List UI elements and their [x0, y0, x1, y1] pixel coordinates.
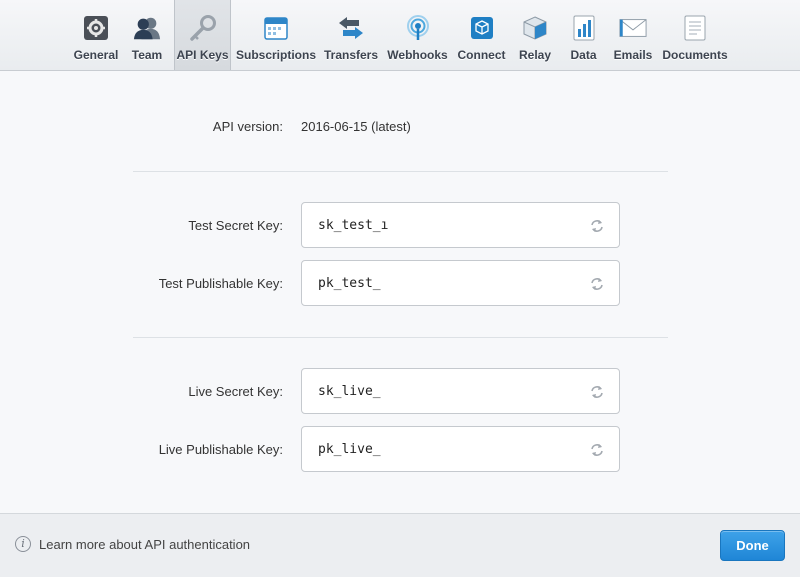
settings-toolbar: General Team API Keys Subscriptions Tran…	[0, 0, 800, 71]
tab-subscriptions[interactable]: Subscriptions	[236, 0, 317, 70]
api-version-value: 2016-06-15 (latest)	[301, 119, 411, 134]
test-secret-key-field[interactable]: sk_test_ı	[301, 202, 620, 248]
refresh-icon[interactable]	[589, 442, 605, 458]
transfer-arrows-icon	[337, 15, 365, 41]
tab-connect[interactable]: Connect	[457, 0, 506, 70]
gear-icon	[82, 15, 110, 41]
tab-label: API Keys	[176, 48, 229, 62]
data-chart-icon	[570, 15, 598, 41]
broadcast-icon	[404, 15, 432, 41]
tab-relay[interactable]: Relay	[518, 0, 552, 70]
key-value: sk_live_	[318, 384, 381, 399]
tab-label: Subscriptions	[236, 48, 317, 62]
test-publishable-key-label: Test Publishable Key:	[158, 276, 283, 291]
learn-more-link[interactable]: Learn more about API authentication	[39, 537, 250, 552]
live-publishable-key-field[interactable]: pk_live_	[301, 426, 620, 472]
tab-webhooks[interactable]: Webhooks	[387, 0, 448, 70]
api-version-label: API version:	[212, 119, 283, 134]
tab-data[interactable]: Data	[569, 0, 598, 70]
tab-label: Emails	[613, 48, 653, 62]
api-keys-panel: API version: 2016-06-15 (latest) Test Se…	[0, 71, 800, 513]
live-publishable-key-label: Live Publishable Key:	[158, 442, 283, 457]
divider	[133, 337, 668, 338]
envelope-icon	[619, 15, 647, 41]
tab-documents[interactable]: Documents	[662, 0, 728, 70]
tab-label: Team	[131, 48, 163, 62]
refresh-icon[interactable]	[589, 218, 605, 234]
tab-label: Transfers	[323, 48, 379, 62]
tab-label: Webhooks	[387, 48, 448, 62]
tab-label: Data	[570, 48, 597, 62]
tab-label: General	[73, 48, 119, 62]
tab-transfers[interactable]: Transfers	[323, 0, 379, 70]
key-value: sk_test_ı	[318, 218, 389, 233]
test-publishable-key-field[interactable]: pk_test_	[301, 260, 620, 306]
dialog-footer: i Learn more about API authentication Do…	[0, 513, 800, 577]
box-icon	[521, 15, 549, 41]
refresh-icon[interactable]	[589, 384, 605, 400]
live-secret-key-label: Live Secret Key:	[188, 384, 283, 399]
tab-emails[interactable]: Emails	[613, 0, 653, 70]
info-icon: i	[15, 536, 31, 552]
calendar-icon	[262, 15, 290, 41]
key-value: pk_test_	[318, 276, 381, 291]
done-button[interactable]: Done	[720, 530, 785, 561]
key-value: pk_live_	[318, 442, 381, 457]
document-icon	[681, 15, 709, 41]
tab-general[interactable]: General	[73, 0, 119, 70]
key-icon	[189, 15, 217, 41]
tab-label: Relay	[518, 48, 552, 62]
tab-team[interactable]: Team	[128, 0, 166, 70]
tab-api-keys[interactable]: API Keys	[174, 0, 231, 70]
tab-label: Connect	[457, 48, 506, 62]
tab-label: Documents	[662, 48, 728, 62]
refresh-icon[interactable]	[589, 276, 605, 292]
live-secret-key-field[interactable]: sk_live_	[301, 368, 620, 414]
cube-icon	[468, 15, 496, 41]
team-icon	[133, 15, 161, 41]
divider	[133, 171, 668, 172]
test-secret-key-label: Test Secret Key:	[188, 218, 283, 233]
